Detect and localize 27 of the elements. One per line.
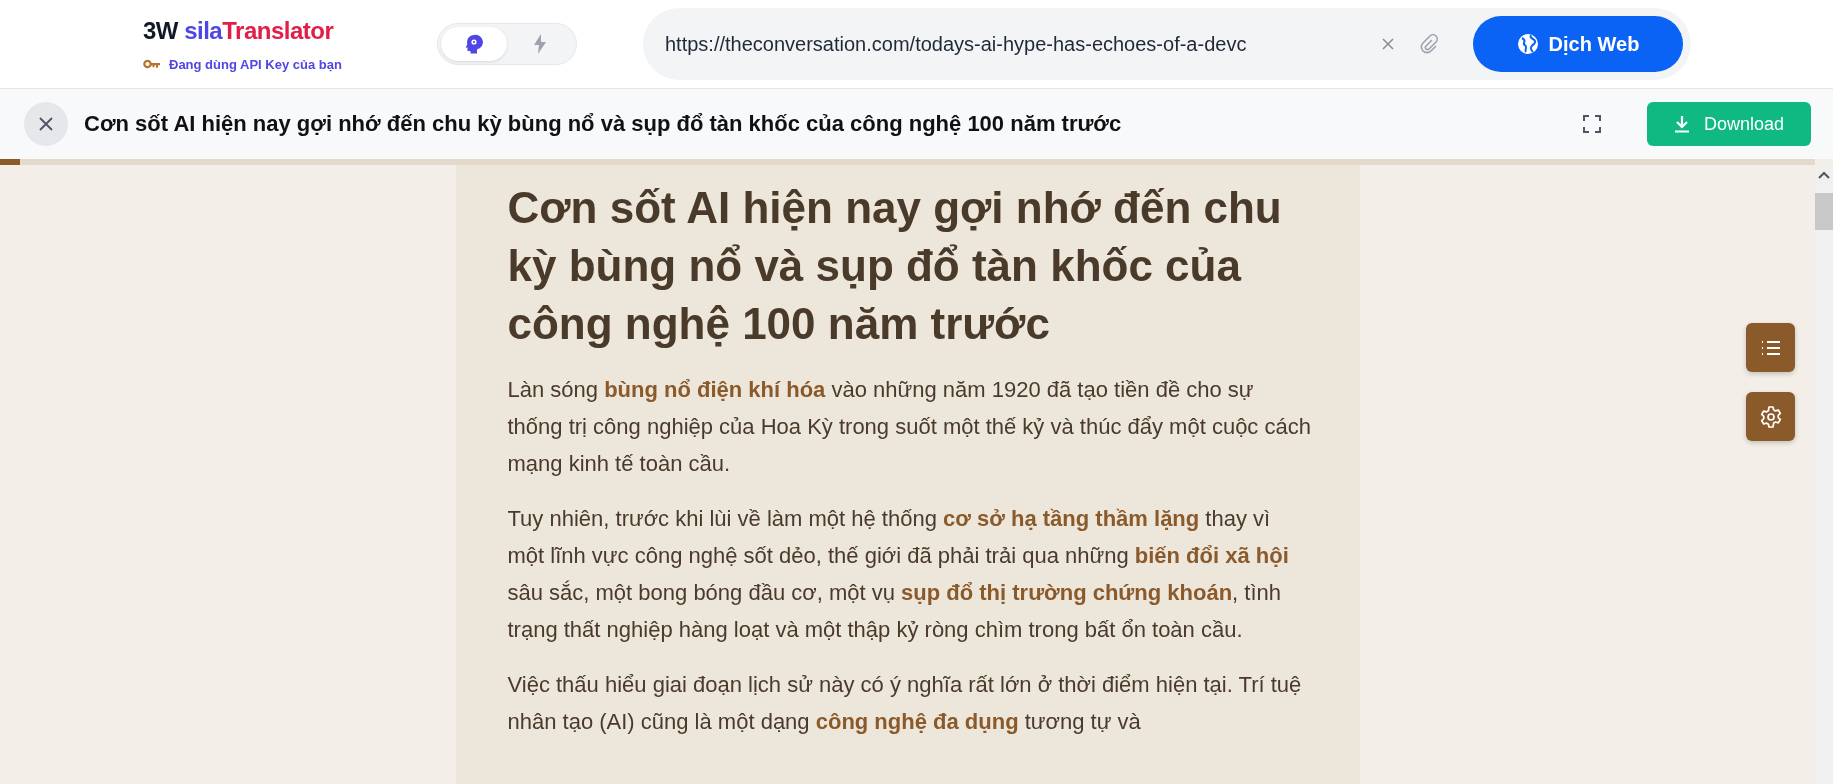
api-key-status: Đang dùng API Key của bạn <box>169 56 342 72</box>
app-logo: 3W silaTranslator <box>143 16 334 45</box>
article-heading: Cơn sốt AI hiện nay gợi nhớ đến chu kỳ bùng nổ và sụp đổ tàn khốc của công nghệ 100 năm trước <box>507 182 1283 350</box>
download-icon <box>1673 115 1690 133</box>
article-paragraph: Tuy nhiên, trước khi lùi về làm một hệ thống cơ sở hạ tầng thầm lặng thay vì một lĩnh vực công nghệ sốt dẻo, thế giới đã phải trải qua những biến đổi xã hội sâu sắc, một bong bóng đầu cơ, một vụ sụp đổ thị trường chứng khoán, tình trạng thất nghiệp hàng loạt và một thập kỷ ròng chìm trong bất ổn toàn cầu. <box>507 505 1290 644</box>
ai-mode-button[interactable] <box>441 27 507 61</box>
paperclip-icon[interactable] <box>1419 34 1439 54</box>
scroll-up-icon[interactable] <box>1818 171 1830 179</box>
settings-icon <box>1758 404 1783 429</box>
clear-icon[interactable] <box>1381 37 1395 51</box>
key-icon <box>143 59 161 69</box>
page-title: Cơn sốt AI hiện nay gợi nhớ đến chu kỳ bùng nổ và sụp đổ tàn khốc của công nghệ 100 năm trước <box>84 111 1122 137</box>
table-of-contents-button[interactable] <box>1746 323 1795 372</box>
lightning-icon <box>534 34 546 54</box>
close-button[interactable] <box>24 102 68 146</box>
url-field[interactable]: https://theconversation.com/todays-ai-hype-has-echoes-of-a-devc Dịch Web <box>643 8 1691 80</box>
article-paragraph: Làn sóng bùng nổ điện khí hóa vào những năm 1920 đã tạo tiền đề cho sự thống trị công nghiệp của Hoa Kỳ trong suốt một thế kỷ và thúc đẩy một cuộc cách mạng kinh tế toàn cầu. <box>507 376 1312 478</box>
scrollbar-thumb[interactable] <box>1815 193 1833 230</box>
translate-web-button[interactable]: Dịch Web <box>1473 16 1683 72</box>
globe-icon <box>1516 33 1539 55</box>
list-icon <box>1760 339 1781 356</box>
scrollbar[interactable] <box>1815 165 1833 784</box>
article-paragraph: Việc thấu hiểu giai đoạn lịch sử này có ý nghĩa rất lớn ở thời điểm hiện tại. Trí tuệ nhân tạo (AI) cũng là một dạng công nghệ đa dụng tương tự và <box>507 671 1303 736</box>
head-gear-icon <box>465 34 483 54</box>
fullscreen-icon[interactable] <box>1583 115 1601 133</box>
close-icon <box>38 116 54 132</box>
settings-button[interactable] <box>1746 392 1795 441</box>
